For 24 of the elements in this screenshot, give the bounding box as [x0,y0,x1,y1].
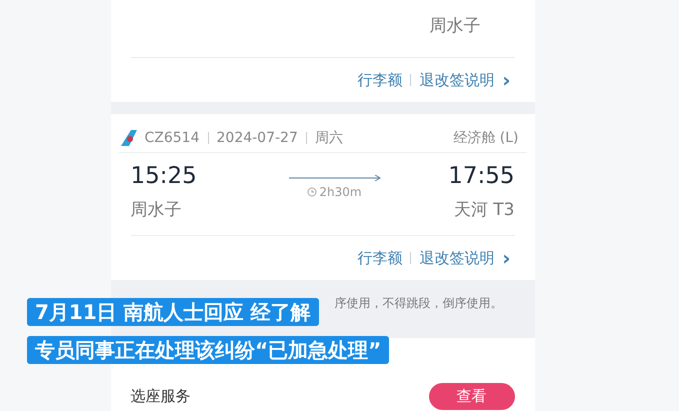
arrival-city: 周水子 [430,15,480,38]
flight-date: 2024-07-27 [216,128,298,148]
arrow-icon [288,175,380,181]
notice-text: 序使用，不得跳段，倒序使用。 [334,295,502,312]
arrival-time: 17:55 [448,162,514,191]
cabin-class: 经济舱 (L) [453,128,520,148]
flight-duration: 2h30m [319,184,362,201]
arrival-city: 天河 T3 [454,198,514,222]
chevron-icon: › [502,70,510,90]
refund-policy-link[interactable]: 退改签说明 [419,246,494,270]
caption: 专员同事正在处理该纠纷“已加急处理” [27,336,390,364]
caption: 7月11日 南航人士回应 经了解 [27,298,319,326]
departure-time: 15:25 [130,162,197,191]
departure-city: 周水子 [130,198,182,222]
refund-policy-link[interactable]: 退改签说明 [419,68,494,92]
airline-tail-icon [118,130,136,146]
chevron-icon: › [502,248,510,268]
flight-number: CZ6514 [144,128,200,148]
clock-icon [307,187,318,197]
weekday: 周六 [314,128,343,148]
seat-service-label: 选座服务 [130,386,190,407]
baggage-link[interactable]: 行李额 [357,246,402,270]
baggage-link[interactable]: 行李额 [357,68,402,92]
view-button[interactable]: 查看 [428,383,514,410]
